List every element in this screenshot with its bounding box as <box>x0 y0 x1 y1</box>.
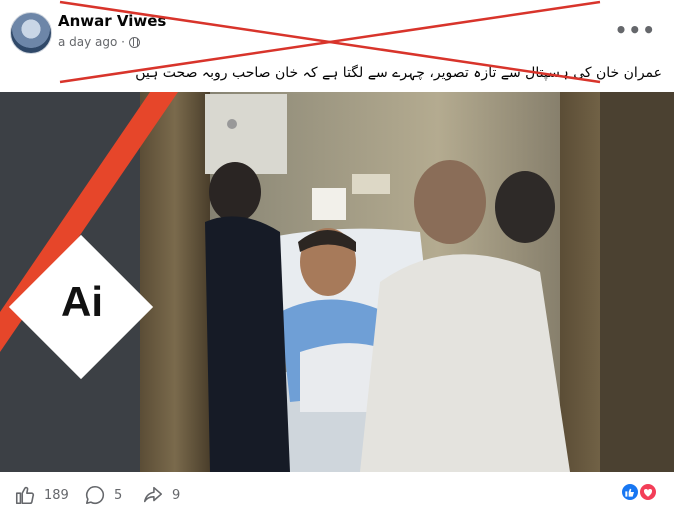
ai-badge-label: Ai <box>61 278 103 325</box>
globe-icon <box>129 36 140 48</box>
like-button[interactable]: 189 <box>14 484 69 506</box>
more-options-icon[interactable]: ••• <box>615 18 656 42</box>
share-count: 9 <box>172 487 181 503</box>
post-caption: عمران خان کی ہسپتال سے تازہ تصویر، چہرے … <box>135 65 662 81</box>
post-footer: 189 5 9 <box>0 472 674 517</box>
like-reaction-icon <box>620 482 640 502</box>
facebook-post: Anwar Viwes a day ago · ••• عمران خان کی… <box>0 0 674 517</box>
author-name[interactable]: Anwar Viwes <box>58 12 166 30</box>
thumbs-up-icon <box>15 486 35 505</box>
post-meta: a day ago · <box>58 35 140 49</box>
comment-icon <box>85 485 105 505</box>
comment-button[interactable]: 5 <box>84 484 122 506</box>
comment-count: 5 <box>114 487 123 503</box>
share-icon <box>143 486 163 503</box>
share-button[interactable]: 9 <box>142 484 180 506</box>
author-avatar[interactable] <box>10 12 52 54</box>
post-photo[interactable]: Ai <box>0 92 674 472</box>
reactions-summary[interactable] <box>620 482 662 504</box>
love-reaction-icon <box>638 482 658 502</box>
like-count: 189 <box>44 487 69 503</box>
post-time[interactable]: a day ago · <box>58 35 125 49</box>
